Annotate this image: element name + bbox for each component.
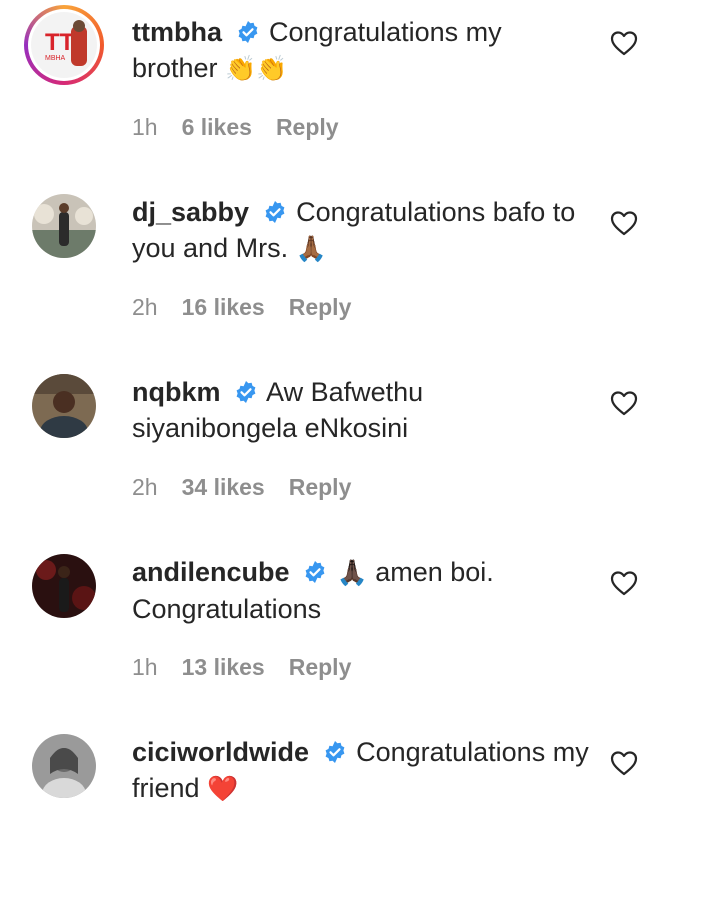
verified-badge-icon — [265, 201, 284, 223]
like-heart-icon[interactable] — [610, 390, 638, 416]
timestamp: 2h — [132, 474, 158, 500]
reply-button[interactable]: Reply — [289, 294, 352, 321]
avatar-image — [32, 554, 96, 618]
comment-meta: 1h 6 likes Reply — [132, 114, 339, 141]
comment-text: andilencube 🙏🏿 amen boi. Congratulations — [132, 554, 592, 627]
reply-button[interactable]: Reply — [289, 654, 352, 681]
reply-button[interactable]: Reply — [276, 114, 339, 141]
likes-count[interactable]: 13 likes — [182, 654, 265, 681]
timestamp: 1h — [132, 114, 158, 140]
comment-text: dj_sabby Congratulations bafo to you and… — [132, 194, 592, 267]
comment-text: ttmbha Congratulations my brother 👏👏 — [132, 14, 592, 87]
comment-meta: 2h 16 likes Reply — [132, 294, 351, 321]
verified-badge-icon — [238, 21, 257, 43]
red-heart-emoji: ❤️ — [207, 775, 239, 803]
verified-badge-icon — [305, 561, 325, 583]
reply-button[interactable]: Reply — [289, 474, 352, 501]
verified-badge-icon — [236, 381, 256, 403]
clapping-hands-emoji: 👏👏 — [225, 55, 288, 83]
timestamp: 2h — [132, 294, 158, 320]
likes-count[interactable]: 6 likes — [182, 114, 252, 141]
avatar[interactable] — [32, 734, 96, 798]
comment-item: ciciworldwide Congratulations my friend … — [0, 720, 720, 900]
avatar-image — [32, 194, 96, 258]
username[interactable]: andilencube — [132, 557, 290, 587]
comment-item: TT MBHA ttmbha Congratulations my brothe… — [0, 0, 720, 180]
folded-hands-emoji: 🙏🏾 — [295, 235, 327, 263]
comment-item: nqbkm Aw Bafwethu siyanibongela eNkosini… — [0, 360, 720, 540]
avatar-logo-subtext: MBHA — [45, 55, 66, 62]
avatar[interactable] — [32, 374, 96, 438]
comment-meta: 2h 34 likes Reply — [132, 474, 351, 501]
likes-count[interactable]: 34 likes — [182, 474, 265, 501]
timestamp: 1h — [132, 654, 158, 680]
folded-hands-emoji: 🙏🏿 — [336, 559, 368, 587]
avatar[interactable] — [32, 554, 96, 618]
comment-item: dj_sabby Congratulations bafo to you and… — [0, 180, 720, 360]
avatar-logo-text: TT — [45, 29, 75, 56]
username[interactable]: nqbkm — [132, 377, 221, 407]
likes-count[interactable]: 16 likes — [182, 294, 265, 321]
username[interactable]: ttmbha — [132, 17, 222, 47]
avatar-image: TT MBHA — [31, 12, 97, 78]
comment-text: nqbkm Aw Bafwethu siyanibongela eNkosini — [132, 374, 592, 446]
like-heart-icon[interactable] — [610, 570, 638, 596]
like-heart-icon[interactable] — [610, 30, 638, 56]
avatar-inner-ring: TT MBHA — [28, 9, 100, 81]
comment-text: ciciworldwide Congratulations my friend … — [132, 734, 592, 807]
username[interactable]: dj_sabby — [132, 197, 249, 227]
avatar[interactable] — [32, 194, 96, 258]
comment-meta: 1h 13 likes Reply — [132, 654, 351, 681]
avatar-image — [32, 374, 96, 438]
verified-badge-icon — [325, 741, 344, 763]
avatar-image — [32, 734, 96, 798]
like-heart-icon[interactable] — [610, 750, 638, 776]
avatar[interactable]: TT MBHA — [24, 5, 104, 85]
like-heart-icon[interactable] — [610, 210, 638, 236]
comment-item: andilencube 🙏🏿 amen boi. Congratulations… — [0, 540, 720, 720]
username[interactable]: ciciworldwide — [132, 737, 309, 767]
